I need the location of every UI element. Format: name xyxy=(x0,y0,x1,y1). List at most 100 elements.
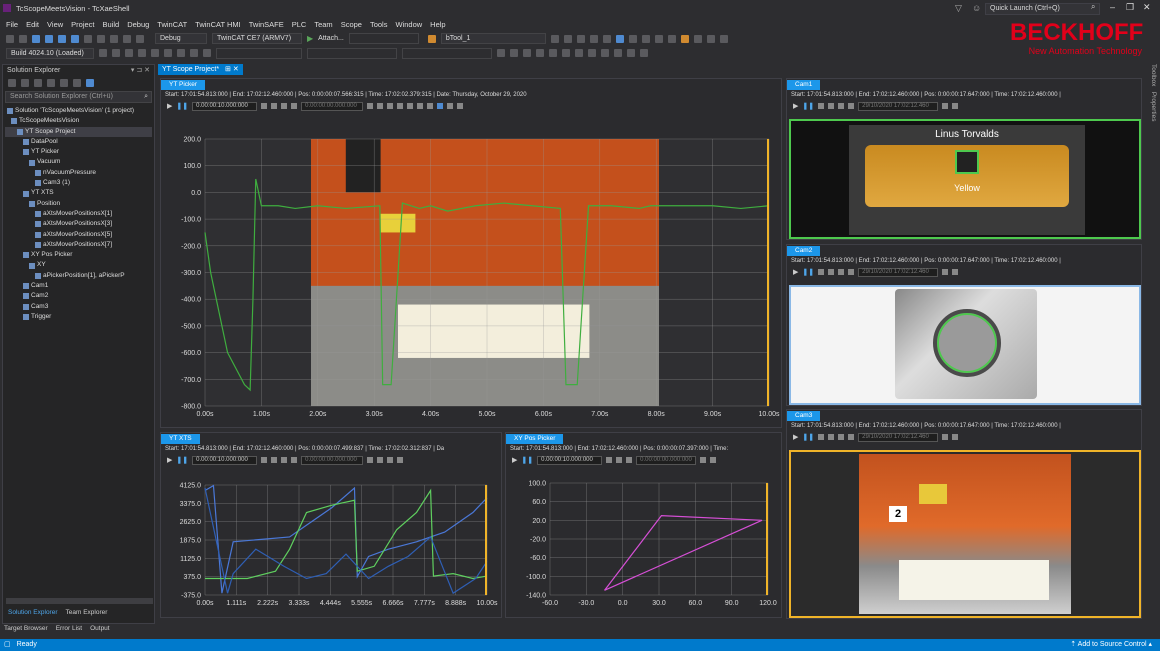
prev-icon[interactable] xyxy=(828,103,835,109)
chart-tool-icon-5[interactable] xyxy=(447,103,454,109)
tab-target-browser[interactable]: Target Browser xyxy=(4,625,48,632)
toolbar2-icon-10[interactable] xyxy=(497,49,505,57)
panel-pin-icon[interactable]: ▾ ⊐ ✕ xyxy=(131,65,150,76)
toolbar2-icon-21[interactable] xyxy=(640,49,648,57)
open-icon[interactable] xyxy=(45,34,53,43)
tool-select[interactable]: bTool_1 xyxy=(440,33,546,44)
target-select[interactable] xyxy=(348,33,419,44)
play-icon[interactable]: ▶ xyxy=(167,456,172,464)
first-icon[interactable] xyxy=(261,457,268,463)
tab-yt-scope-project[interactable]: YT Scope Project* ⊞ ✕ xyxy=(158,64,243,75)
forward-icon[interactable] xyxy=(19,34,27,43)
toolbar2-icon-6[interactable] xyxy=(164,49,172,57)
platform-select[interactable]: TwinCAT CE7 (ARMV7) xyxy=(212,33,302,44)
pause-icon[interactable]: ❚❚ xyxy=(521,456,533,464)
build-select[interactable]: Build 4024.10 (Loaded) xyxy=(6,47,94,59)
tab-yt-xts[interactable]: YT XTS xyxy=(161,434,200,444)
cam2-date[interactable]: 29/10/2020 17:02:12.460 xyxy=(858,267,939,277)
feedback-icon[interactable]: ☺ xyxy=(972,3,981,13)
cam1-date[interactable]: 29/10/2020 17:02:12.460 xyxy=(858,101,939,111)
yt-xts-timebox-2[interactable]: 0.00:00:00.000:000 xyxy=(301,455,364,465)
tree-item[interactable]: Vacuum xyxy=(5,157,152,167)
toolbar2-icon-13[interactable] xyxy=(536,49,544,57)
tree-item[interactable]: nVacuumPressure xyxy=(5,168,152,178)
menu-plc[interactable]: PLC xyxy=(292,20,307,29)
prev-icon[interactable] xyxy=(828,434,835,440)
switch-view-icon[interactable] xyxy=(34,79,42,87)
first-icon[interactable] xyxy=(818,269,825,275)
toolbar2-icon-15[interactable] xyxy=(562,49,570,57)
filter-icon[interactable]: ▽ xyxy=(955,3,962,14)
tab-cam3[interactable]: Cam3 xyxy=(787,411,821,421)
xy-pos-chart[interactable]: -60.0 -30.0 0.0 30.0 60.0 90.0 120.0 100.0 60.0 2… xyxy=(506,477,781,617)
copy-icon[interactable] xyxy=(97,34,105,43)
paste-icon[interactable] xyxy=(110,34,118,43)
menu-help[interactable]: Help xyxy=(430,20,445,29)
last-icon[interactable] xyxy=(848,269,855,275)
maximize-button[interactable]: ❐ xyxy=(1126,2,1134,13)
pause-icon[interactable]: ❚❚ xyxy=(802,102,814,110)
tree-item[interactable]: YT XTS xyxy=(5,188,152,198)
yt-xts-timebox[interactable]: 0.00:00:10.000:000 xyxy=(192,455,258,465)
next-icon[interactable] xyxy=(281,103,288,109)
tab-solution-explorer[interactable]: Solution Explorer xyxy=(8,609,58,621)
toolbar2-icon-7[interactable] xyxy=(177,49,185,57)
tab-yt-picker[interactable]: YT Picker xyxy=(161,80,206,90)
toolbar2-icon-17[interactable] xyxy=(588,49,596,57)
toolbar2-icon-18[interactable] xyxy=(601,49,609,57)
folder-icon[interactable] xyxy=(680,34,689,43)
close-button[interactable]: ✕ xyxy=(1143,2,1151,13)
chart-tool-icon-1[interactable] xyxy=(377,457,384,463)
prev-icon[interactable] xyxy=(828,269,835,275)
undo-icon[interactable] xyxy=(123,34,131,43)
toolbar2-icon-4[interactable] xyxy=(138,49,146,57)
pause-icon[interactable]: ❚❚ xyxy=(176,102,188,110)
menu-view[interactable]: View xyxy=(47,20,63,29)
horizontal-scrollbar[interactable] xyxy=(6,598,153,604)
twincat-icon-6[interactable] xyxy=(615,34,624,43)
tab-cam2[interactable]: Cam2 xyxy=(787,246,821,256)
toolbar2-icon-2[interactable] xyxy=(112,49,120,57)
twincat-icon-3[interactable] xyxy=(576,34,585,43)
tree-item[interactable]: Cam3 xyxy=(5,302,152,312)
side-tabs[interactable]: Toolbox Properties xyxy=(1147,64,1157,144)
next-icon[interactable] xyxy=(838,269,845,275)
toolbar2-icon-11[interactable] xyxy=(510,49,518,57)
play-icon[interactable]: ▶ xyxy=(793,102,798,110)
yt-xts-chart[interactable]: 0.00s 1.111s 2.222s 3.333s 4.444s 5.555s 6.666… xyxy=(161,477,501,617)
twincat-icon-7[interactable] xyxy=(628,34,637,43)
redo-view-icon[interactable] xyxy=(377,103,384,109)
snapshot-icon[interactable] xyxy=(952,269,959,275)
twincat-icon-10[interactable] xyxy=(667,34,676,43)
config-select[interactable]: Debug xyxy=(155,33,207,44)
play-icon[interactable]: ▶ xyxy=(793,268,798,276)
tree-item[interactable]: DataPool xyxy=(5,137,152,147)
chart-tool-icon-6[interactable] xyxy=(457,103,464,109)
tree-item[interactable]: Cam3 (1) xyxy=(5,178,152,188)
cut-icon[interactable] xyxy=(84,34,92,43)
first-icon[interactable] xyxy=(818,434,825,440)
cursor-icon[interactable] xyxy=(437,103,444,109)
back-icon[interactable] xyxy=(6,34,14,43)
tree-item[interactable]: Cam1 xyxy=(5,281,152,291)
prev-icon[interactable] xyxy=(271,103,278,109)
last-icon[interactable] xyxy=(291,457,298,463)
toolbar2-icon-5[interactable] xyxy=(151,49,159,57)
toolbar2-icon-14[interactable] xyxy=(549,49,557,57)
snapshot-icon[interactable] xyxy=(952,103,959,109)
chart-tool-icon-2[interactable] xyxy=(387,457,394,463)
twincat-icon-4[interactable] xyxy=(589,34,598,43)
play-icon[interactable]: ▶ xyxy=(512,456,517,464)
chart-tool-icon-1[interactable] xyxy=(387,103,394,109)
plc-select-2[interactable] xyxy=(307,47,397,59)
menu-twincat-hmi[interactable]: TwinCAT HMI xyxy=(195,20,241,29)
twincat-icon-11[interactable] xyxy=(693,34,702,43)
tab-output[interactable]: Output xyxy=(90,625,110,632)
next-icon[interactable] xyxy=(838,103,845,109)
start-icon[interactable]: ▶ xyxy=(307,34,313,43)
last-icon[interactable] xyxy=(291,103,298,109)
tree-item[interactable]: Cam2 xyxy=(5,291,152,301)
collapse-icon[interactable] xyxy=(60,79,68,87)
chart-tool-icon-2[interactable] xyxy=(397,103,404,109)
twincat-icon-2[interactable] xyxy=(563,34,572,43)
